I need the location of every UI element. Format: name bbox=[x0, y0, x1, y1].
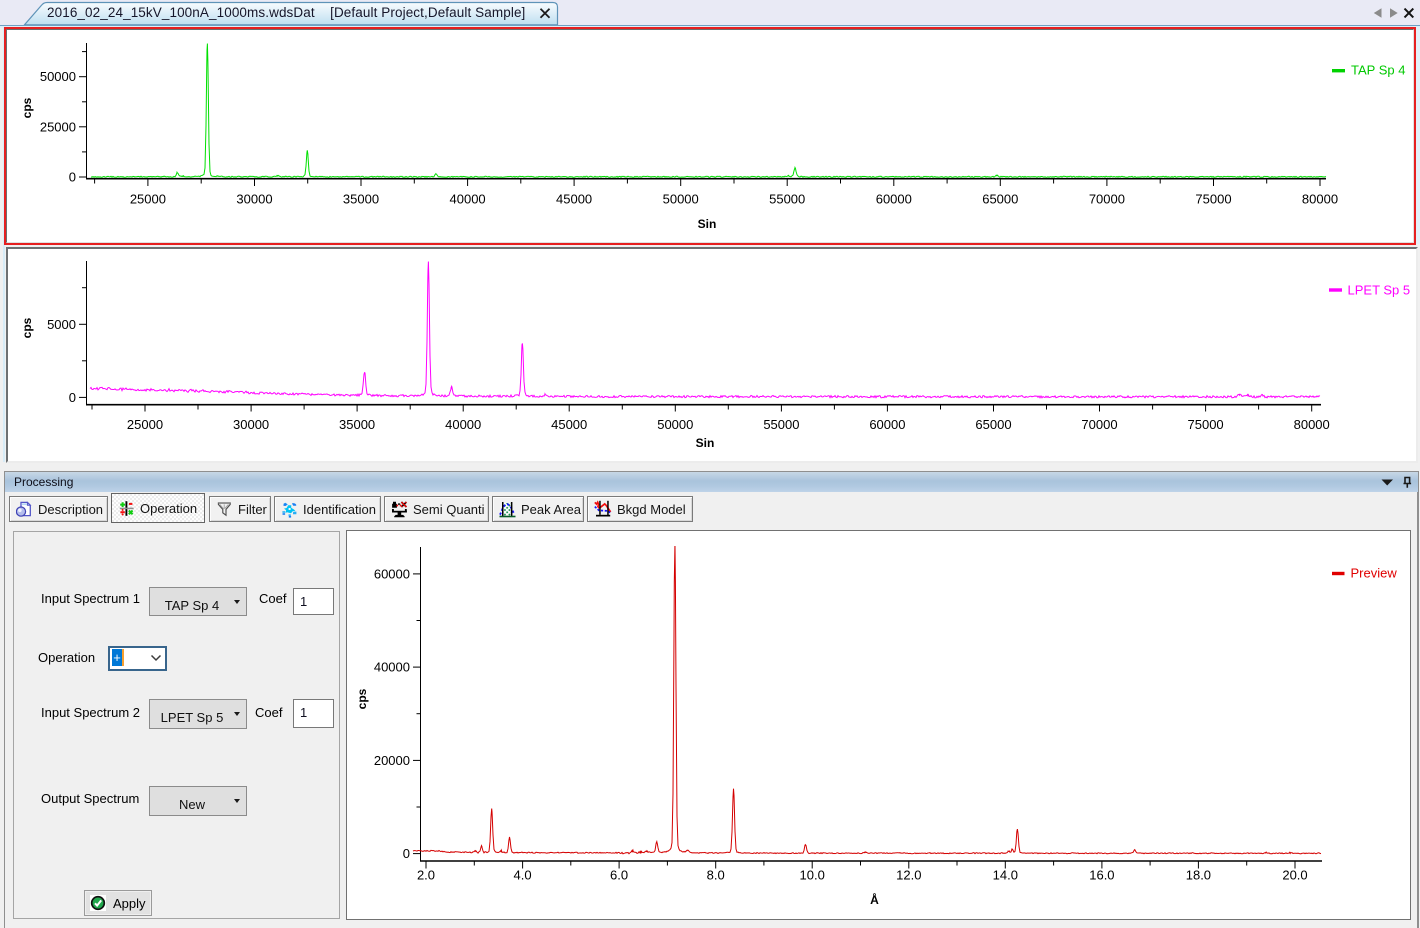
svg-text:45000: 45000 bbox=[556, 192, 592, 207]
svg-text:16.0: 16.0 bbox=[1089, 868, 1114, 883]
svg-text:2.0: 2.0 bbox=[417, 868, 435, 883]
svg-text:80000: 80000 bbox=[1302, 192, 1338, 207]
svg-text:25000: 25000 bbox=[127, 417, 163, 432]
svg-text:55000: 55000 bbox=[769, 192, 805, 207]
svg-text:80000: 80000 bbox=[1294, 417, 1330, 432]
svg-text:50000: 50000 bbox=[663, 192, 699, 207]
svg-text:70000: 70000 bbox=[1081, 417, 1117, 432]
svg-text:60000: 60000 bbox=[869, 417, 905, 432]
svg-text:65000: 65000 bbox=[975, 417, 1011, 432]
svg-text:LPET Sp 5: LPET Sp 5 bbox=[1348, 283, 1411, 298]
svg-text:30000: 30000 bbox=[233, 417, 269, 432]
svg-text:75000: 75000 bbox=[1188, 417, 1224, 432]
svg-text:Å: Å bbox=[870, 892, 879, 907]
svg-text:8.0: 8.0 bbox=[707, 868, 725, 883]
svg-text:35000: 35000 bbox=[339, 417, 375, 432]
svg-text:20.0: 20.0 bbox=[1282, 868, 1307, 883]
svg-text:14.0: 14.0 bbox=[993, 868, 1018, 883]
svg-text:cps: cps bbox=[355, 688, 369, 709]
svg-text:TAP Sp 4: TAP Sp 4 bbox=[1351, 63, 1405, 78]
svg-text:cps: cps bbox=[20, 317, 34, 338]
svg-text:70000: 70000 bbox=[1089, 192, 1125, 207]
svg-text:45000: 45000 bbox=[551, 417, 587, 432]
svg-text:30000: 30000 bbox=[236, 192, 272, 207]
svg-text:12.0: 12.0 bbox=[896, 868, 921, 883]
svg-text:50000: 50000 bbox=[40, 69, 76, 84]
svg-text:20000: 20000 bbox=[374, 753, 410, 768]
svg-text:Sin: Sin bbox=[698, 217, 717, 231]
svg-text:Sin: Sin bbox=[696, 436, 715, 450]
svg-text:35000: 35000 bbox=[343, 192, 379, 207]
svg-text:40000: 40000 bbox=[450, 192, 486, 207]
svg-text:18.0: 18.0 bbox=[1186, 868, 1211, 883]
svg-text:cps: cps bbox=[20, 97, 34, 118]
svg-text:60000: 60000 bbox=[374, 566, 410, 581]
svg-text:4.0: 4.0 bbox=[514, 868, 532, 883]
svg-text:0: 0 bbox=[69, 390, 76, 405]
svg-text:10.0: 10.0 bbox=[800, 868, 825, 883]
svg-text:60000: 60000 bbox=[876, 192, 912, 207]
svg-text:40000: 40000 bbox=[374, 660, 410, 675]
svg-text:75000: 75000 bbox=[1195, 192, 1231, 207]
svg-text:0: 0 bbox=[69, 170, 76, 185]
svg-text:25000: 25000 bbox=[130, 192, 166, 207]
svg-text:65000: 65000 bbox=[982, 192, 1018, 207]
svg-text:0: 0 bbox=[403, 846, 410, 861]
svg-text:40000: 40000 bbox=[445, 417, 481, 432]
svg-text:50000: 50000 bbox=[657, 417, 693, 432]
svg-text:55000: 55000 bbox=[763, 417, 799, 432]
svg-text:6.0: 6.0 bbox=[610, 868, 628, 883]
svg-text:5000: 5000 bbox=[47, 317, 76, 332]
svg-text:Preview: Preview bbox=[1351, 566, 1398, 581]
svg-text:25000: 25000 bbox=[40, 119, 76, 134]
